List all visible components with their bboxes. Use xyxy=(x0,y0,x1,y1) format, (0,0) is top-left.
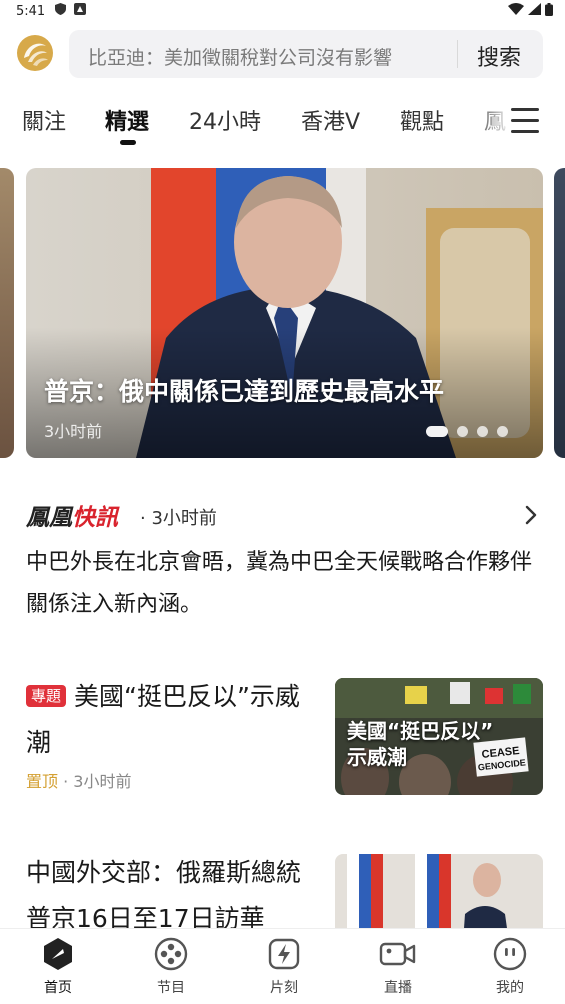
search-button[interactable]: 搜索 xyxy=(477,40,521,72)
nav-label: 片刻 xyxy=(270,980,298,996)
feed-item-time: · 3小时前 xyxy=(63,772,132,791)
shield-icon xyxy=(55,3,67,19)
status-indicators xyxy=(508,2,553,20)
notification-icon xyxy=(74,3,87,19)
hero-image xyxy=(26,168,543,458)
nav-label: 我的 xyxy=(496,980,524,996)
channel-tabs: 關注 精選 24小時 香港V 觀點 鳳 xyxy=(0,98,565,148)
tab-featured[interactable]: 精選 xyxy=(105,104,149,136)
feed-item[interactable]: 專題 美國“挺巴反以”示威潮 置顶 · 3小时前 CEASE GENOCIDE 美… xyxy=(0,672,565,812)
tab-hong-kong-v[interactable]: 香港V xyxy=(301,104,360,136)
home-icon xyxy=(18,937,98,971)
thumbnail-caption-line-2: 示威潮 xyxy=(347,745,407,769)
tab-following[interactable]: 關注 xyxy=(22,104,66,136)
search-bar[interactable]: 比亞迪：美加徵關稅對公司沒有影響 搜索 xyxy=(69,30,543,78)
thumbnail-caption-line-1: 美國“挺巴反以” xyxy=(347,719,494,743)
search-divider xyxy=(457,40,458,68)
top-header: 比亞迪：美加徵關稅對公司沒有影響 搜索 xyxy=(0,26,565,82)
wifi-icon xyxy=(508,3,524,19)
carousel-pagination xyxy=(426,426,508,437)
carousel-dot[interactable] xyxy=(426,426,448,437)
signal-icon xyxy=(528,3,541,19)
carousel-dot[interactable] xyxy=(477,426,488,437)
carousel-dot[interactable] xyxy=(497,426,508,437)
brand-flash: 快訊 xyxy=(72,505,118,531)
news-flash-card[interactable]: 鳳凰快訊 · 3小时前 中巴外長在北京會晤，冀為中巴全天候戰略合作夥伴關係注入新… xyxy=(0,490,565,630)
nav-profile[interactable]: 我的 xyxy=(470,937,550,1001)
nav-moments[interactable]: 片刻 xyxy=(244,937,324,1001)
tab-opinion[interactable]: 觀點 xyxy=(400,104,444,136)
next-slide-peek[interactable] xyxy=(554,168,565,458)
carousel-time: 3小时前 xyxy=(44,422,103,441)
video-camera-icon xyxy=(358,937,438,971)
feed-item-title: 美國“挺巴反以”示威潮 xyxy=(26,682,300,757)
nav-label: 首页 xyxy=(44,980,72,996)
channel-menu-icon[interactable] xyxy=(511,108,539,134)
topic-badge: 專題 xyxy=(26,685,67,707)
pinned-label: 置顶 xyxy=(26,772,59,791)
profile-icon xyxy=(470,937,550,971)
tab-24-hours[interactable]: 24小時 xyxy=(189,104,261,136)
nav-home[interactable]: 首页 xyxy=(18,937,98,1001)
search-input[interactable]: 比亞迪：美加徵關稅對公司沒有影響 xyxy=(88,43,392,70)
carousel-title: 普京：俄中關係已達到歷史最高水平 xyxy=(44,377,445,406)
feed-item-meta: 置顶 · 3小时前 xyxy=(26,768,131,792)
brand-phoenix: 鳳凰 xyxy=(26,505,72,531)
carousel-slide[interactable]: 普京：俄中關係已達到歷史最高水平 3小时前 xyxy=(26,168,543,458)
feed-item-title-block: 專題 美國“挺巴反以”示威潮 xyxy=(26,674,321,766)
status-bar: 5:41 xyxy=(0,0,565,22)
nav-label: 直播 xyxy=(384,980,412,996)
app-logo[interactable] xyxy=(16,34,54,72)
bottom-navigation: 首页 节目 片刻 直播 我的 xyxy=(0,928,565,1004)
film-reel-icon xyxy=(131,937,211,971)
headline-carousel[interactable]: 普京：俄中關係已達到歷史最高水平 3小时前 xyxy=(0,168,565,458)
lightning-icon xyxy=(244,937,324,971)
feed-item[interactable]: 中國外交部：俄羅斯總統普京16日至17日訪華 xyxy=(0,850,565,971)
battery-icon xyxy=(545,2,553,20)
news-flash-text: 中巴外長在北京會晤，冀為中巴全天候戰略合作夥伴關係注入新內涵。 xyxy=(26,550,533,617)
news-flash-brand: 鳳凰快訊 xyxy=(26,498,118,532)
active-tab-indicator xyxy=(120,140,136,145)
chevron-right-icon[interactable] xyxy=(522,504,540,526)
news-flash-time: · 3小时前 xyxy=(140,508,217,529)
nav-programs[interactable]: 节目 xyxy=(131,937,211,1001)
feed-item-thumbnail[interactable]: CEASE GENOCIDE 美國“挺巴反以” 示威潮 xyxy=(335,678,543,795)
status-time: 5:41 xyxy=(16,3,46,19)
nav-live[interactable]: 直播 xyxy=(358,937,438,1001)
nav-label: 节目 xyxy=(157,980,185,996)
carousel-dot[interactable] xyxy=(457,426,468,437)
previous-slide-peek[interactable] xyxy=(0,168,14,458)
